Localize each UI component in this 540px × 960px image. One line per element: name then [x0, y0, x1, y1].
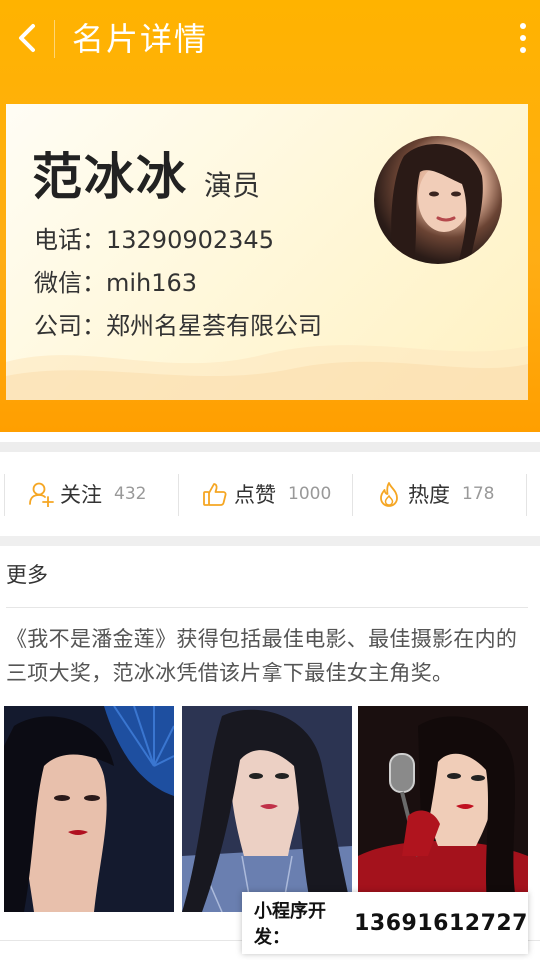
- heat-stat[interactable]: 热度 178: [376, 452, 494, 536]
- back-button[interactable]: [10, 18, 44, 58]
- topbar-divider: [54, 20, 55, 58]
- card-role: 演员: [204, 169, 261, 202]
- gallery-photo[interactable]: [182, 706, 352, 912]
- gallery-photo[interactable]: [4, 706, 174, 912]
- page-title: 名片详情: [72, 20, 209, 58]
- heat-label: 热度: [408, 483, 450, 507]
- user-add-icon: [29, 482, 54, 507]
- promo-label: 小程序开发：: [254, 901, 326, 948]
- more-options-button[interactable]: [514, 20, 532, 56]
- top-bar: 名片详情: [0, 0, 540, 80]
- flame-icon: [380, 482, 398, 507]
- phone-info[interactable]: 电话：13290902345: [34, 224, 274, 256]
- business-card: 范冰冰 演员 电话：13290902345 微信：mih163 公司：郑州名星荟…: [6, 104, 528, 400]
- header-hero: 名片详情 范冰冰 演员 电话：13290902345 微信：mih163 公司：…: [0, 0, 540, 432]
- like-count: 1000: [288, 484, 332, 504]
- more-description: 《我不是潘金莲》获得包括最佳电影、最佳摄影在内的三项大奖，范冰冰凭借该片拿下最佳…: [6, 627, 518, 685]
- more-section-title: 更多: [6, 563, 48, 587]
- heat-count: 178: [462, 484, 495, 504]
- stats-bar: 关注 432 点赞 1000 热度 178: [0, 442, 540, 536]
- avatar[interactable]: [374, 136, 502, 264]
- gallery-photo[interactable]: [358, 706, 528, 912]
- follow-stat[interactable]: 关注 432: [28, 452, 146, 536]
- chevron-left-icon: [19, 24, 35, 52]
- photo-gallery: [4, 706, 534, 914]
- section-gap: [0, 536, 540, 546]
- more-divider: [6, 607, 528, 608]
- promo-banner[interactable]: 小程序开发： 13691612727: [242, 892, 528, 954]
- company-info: 公司：郑州名星荟有限公司: [34, 312, 322, 340]
- follow-count: 432: [114, 484, 147, 504]
- thumbs-up-icon: [203, 483, 227, 506]
- follow-label: 关注: [60, 483, 102, 507]
- card-name: 范冰冰: [32, 148, 188, 206]
- more-vertical-icon: [520, 23, 526, 29]
- like-label: 点赞: [234, 483, 276, 507]
- wechat-info[interactable]: 微信：mih163: [34, 267, 197, 299]
- promo-phone-number: 13691612727: [354, 910, 528, 936]
- card-detail-page: 名片详情 范冰冰 演员 电话：13290902345 微信：mih163 公司：…: [0, 0, 540, 960]
- like-stat[interactable]: 点赞 1000: [202, 452, 331, 536]
